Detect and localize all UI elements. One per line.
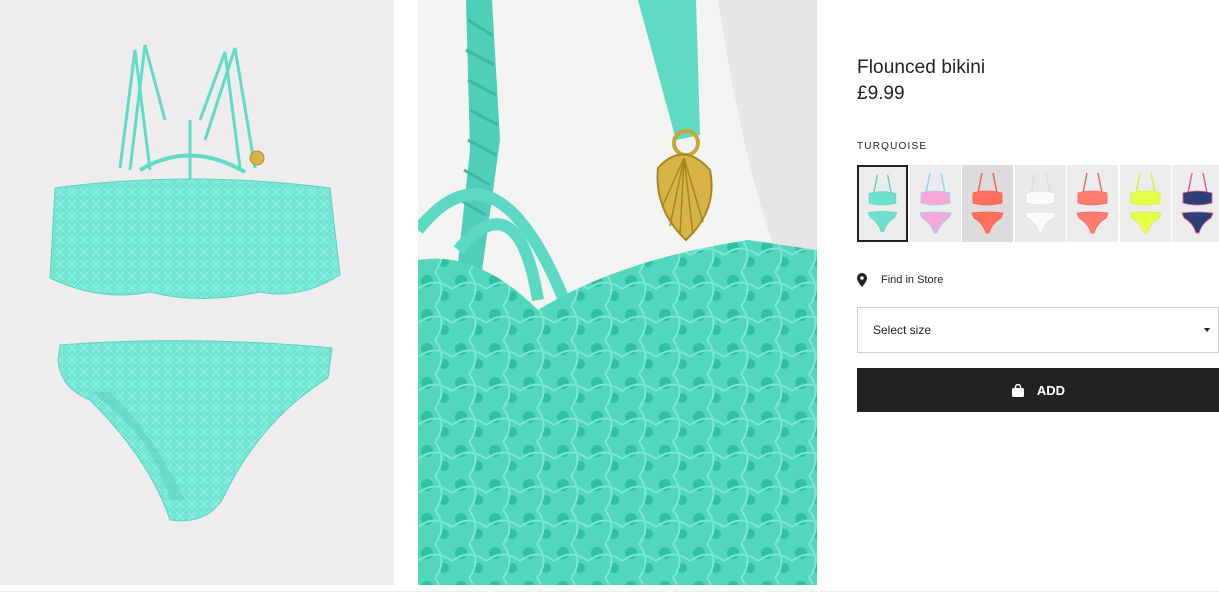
swatch-thumbnail	[1172, 165, 1219, 242]
caret-down-icon	[1204, 328, 1210, 332]
swatch-thumbnail	[909, 165, 961, 242]
product-price: £9.99	[857, 83, 905, 104]
size-select-placeholder: Select size	[873, 323, 932, 337]
size-select[interactable]: Select size	[857, 307, 1219, 353]
swatch-thumbnail	[1014, 165, 1066, 242]
find-in-store-link[interactable]: Find in Store	[857, 273, 943, 287]
swatch-thumbnail	[962, 165, 1013, 242]
color-swatch-turquoise[interactable]	[857, 165, 908, 242]
product-image-flat-lay[interactable]	[0, 0, 394, 585]
color-swatch-list	[857, 165, 1219, 242]
color-swatch-coral[interactable]	[962, 165, 1013, 242]
find-in-store-label: Find in Store	[881, 274, 944, 286]
swatch-thumbnail	[859, 167, 906, 240]
color-swatch-neon-yellow[interactable]	[1119, 165, 1171, 242]
selected-color-label: TURQUOISE	[857, 141, 928, 152]
shopping-bag-icon	[1011, 383, 1024, 397]
color-swatch-coral-print[interactable]	[1067, 165, 1118, 242]
swatch-thumbnail	[1119, 165, 1171, 242]
swatch-thumbnail	[1067, 165, 1118, 242]
color-swatch-rainbow[interactable]	[909, 165, 961, 242]
add-to-bag-label: ADD	[1036, 382, 1066, 398]
product-image-detail[interactable]	[418, 0, 817, 585]
page-divider	[0, 591, 1219, 592]
add-to-bag-button[interactable]: ADD	[857, 368, 1219, 412]
location-pin-icon	[857, 273, 867, 287]
product-title: Flounced bikini	[857, 57, 986, 78]
color-swatch-navy-print[interactable]	[1172, 165, 1219, 242]
color-swatch-white[interactable]	[1014, 165, 1066, 242]
